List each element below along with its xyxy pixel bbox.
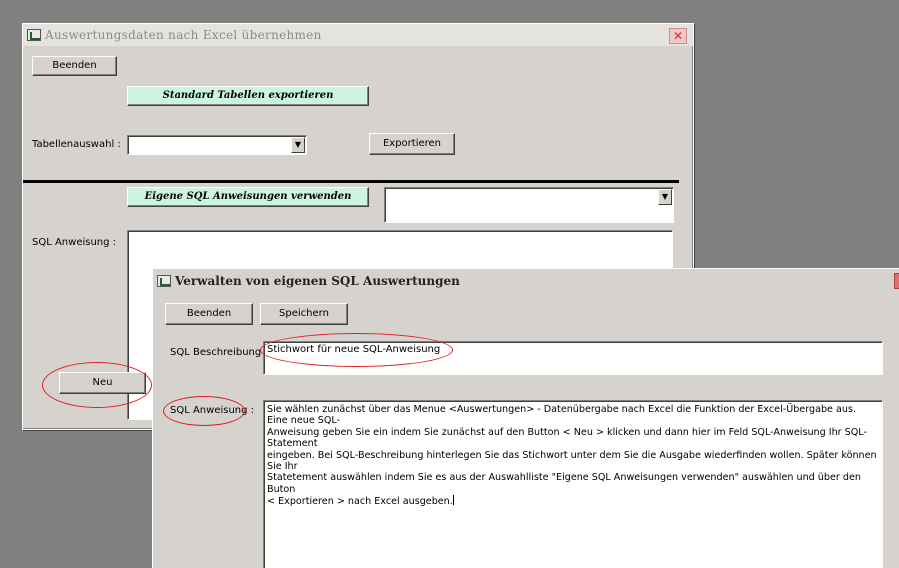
- dialog-beenden-button[interactable]: Beenden: [165, 303, 253, 325]
- sql-anweisung-text: Sie wählen zunächst über das Menue <Ausw…: [264, 401, 882, 511]
- close-icon[interactable]: [894, 273, 899, 289]
- standard-export-button[interactable]: Standard Tabellen exportieren: [127, 86, 369, 106]
- dialog-title: Verwalten von eigenen SQL Auswertungen: [175, 274, 460, 288]
- tabellenauswahl-label: Tabellenauswahl :: [32, 139, 121, 150]
- dialog-sql-anweisung-textarea[interactable]: Sie wählen zunächst über das Menue <Ausw…: [263, 400, 883, 568]
- sql-anweisung-content: Sie wählen zunächst über das Menue <Ausw…: [267, 404, 877, 508]
- main-window-title: Auswertungsdaten nach Excel übernehmen: [45, 28, 322, 42]
- sql-auswahl-select[interactable]: ▼: [384, 187, 674, 223]
- sql-anweisung-label: SQL Anweisung :: [32, 237, 117, 248]
- beenden-button[interactable]: Beenden: [32, 56, 117, 76]
- dialog-titlebar[interactable]: Verwalten von eigenen SQL Auswertungen: [153, 269, 899, 293]
- sql-dialog-window: Verwalten von eigenen SQL Auswertungen B…: [152, 268, 899, 568]
- close-icon[interactable]: ✕: [669, 28, 687, 44]
- neu-button[interactable]: Neu: [59, 372, 146, 394]
- text-cursor: [452, 495, 454, 506]
- sql-beschreibung-value: Stichwort für neue SQL-Anweisung: [267, 344, 441, 355]
- sql-beschreibung-field[interactable]: Stichwort für neue SQL-Anweisung: [263, 341, 883, 375]
- main-titlebar[interactable]: Auswertungsdaten nach Excel übernehmen ✕: [23, 24, 693, 46]
- chevron-down-icon[interactable]: ▼: [291, 137, 305, 153]
- dialog-sql-anweisung-label: SQL Anweisung :: [170, 405, 255, 416]
- sql-beschreibung-label: SQL Beschreibung :: [170, 347, 268, 358]
- speichern-button[interactable]: Speichern: [260, 303, 348, 325]
- excel-sheet-icon: [157, 275, 171, 287]
- chevron-down-icon[interactable]: ▼: [658, 189, 672, 205]
- tabellenauswahl-select[interactable]: ▼: [127, 135, 307, 155]
- divider: [23, 180, 679, 183]
- excel-sheet-icon: [27, 29, 41, 41]
- eigene-sql-button[interactable]: Eigene SQL Anweisungen verwenden: [127, 187, 369, 207]
- exportieren-button[interactable]: Exportieren: [369, 133, 455, 155]
